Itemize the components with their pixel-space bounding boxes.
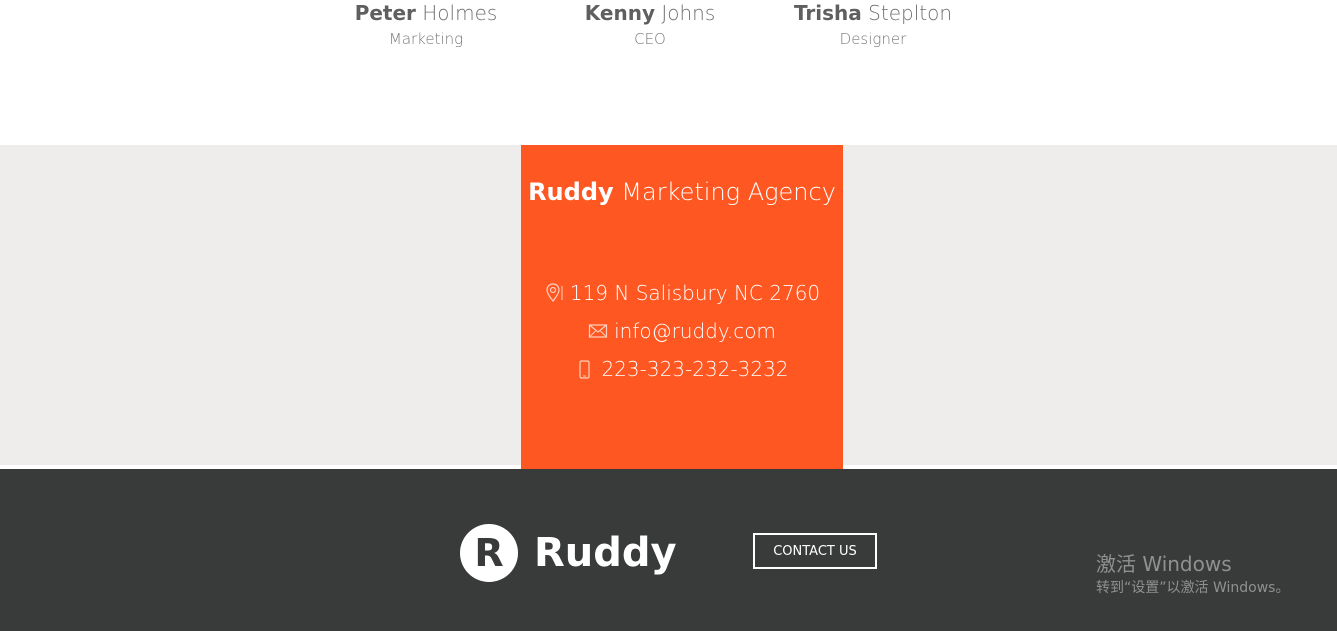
footer-logo[interactable]: R Ruddy [460,524,677,582]
member-last-name: Johns [661,1,716,25]
member-first-name: Trisha [793,1,862,25]
mobile-phone-icon [575,358,595,380]
member-last-name: Holmes [422,1,498,25]
member-role: Designer [839,30,907,48]
member-role: CEO [634,30,666,48]
logo-text: Ruddy [534,530,677,576]
address-text: 119 N Salisbury NC 2760 [569,281,821,305]
team-section: Peter Holmes Marketing Kenny Johns CEO T… [0,0,1337,145]
member-role: Marketing [388,30,464,48]
email-line[interactable]: info@ruddy.com [521,316,843,346]
envelope-icon [588,320,608,342]
address-line: 119 N Salisbury NC 2760 [521,278,843,308]
member-name: Peter Holmes [316,0,536,26]
windows-activation-watermark: 激活 Windows 转到“设置”以激活 Windows。 [1096,550,1289,598]
team-member: Trisha Steplton Designer [763,0,983,52]
phone-text[interactable]: 223-323-232-3232 [601,354,788,384]
team-member: Peter Holmes Marketing [316,0,536,52]
member-name: Kenny Johns [540,0,760,26]
member-first-name: Kenny [584,1,655,25]
agency-title: Ruddy Marketing Agency [521,175,843,209]
logo-mark-icon: R [460,524,518,582]
agency-brand: Ruddy [528,178,614,206]
member-name: Trisha Steplton [763,0,983,26]
team-member: Kenny Johns CEO [540,0,760,52]
member-first-name: Peter [354,1,416,25]
agency-title-rest: Marketing Agency [621,178,836,206]
watermark-title: 激活 Windows [1096,552,1232,576]
watermark-subtitle: 转到“设置”以激活 Windows。 [1096,580,1290,596]
contact-card: Ruddy Marketing Agency 119 N Salisbury N… [521,145,843,469]
contact-us-button[interactable]: CONTACT US [753,533,877,569]
email-text[interactable]: info@ruddy.com [614,316,776,346]
member-last-name: Steplton [868,1,953,25]
phone-line[interactable]: 223-323-232-3232 [521,354,843,384]
location-pin-icon [544,282,564,304]
